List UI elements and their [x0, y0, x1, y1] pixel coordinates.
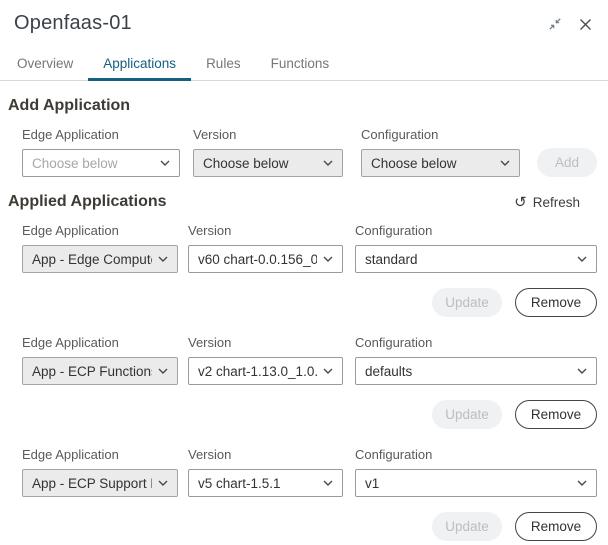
applied-configuration-select-3[interactable]: v1	[355, 469, 597, 497]
applied-applications-header: Applied Applications ↺ Refresh	[8, 177, 597, 211]
add-version-field: Version Choose below	[193, 127, 343, 177]
add-configuration-select[interactable]: Choose below	[361, 149, 520, 177]
remove-button-2[interactable]: Remove	[515, 400, 597, 429]
applied-configuration-select-2[interactable]: defaults	[355, 357, 597, 385]
version-label: Version	[188, 223, 343, 238]
applied-edge-application-select-2[interactable]: App - ECP Functions Stack	[22, 357, 178, 385]
add-configuration-field: Configuration Choose below	[361, 127, 520, 177]
chevron-down-icon	[577, 256, 587, 262]
close-icon[interactable]	[579, 18, 592, 31]
remove-button-3[interactable]: Remove	[515, 512, 597, 541]
applied-application-row: Edge Application App - ECP Support Funct…	[8, 447, 597, 541]
configuration-label: Configuration	[361, 127, 520, 142]
configuration-label: Configuration	[355, 335, 597, 350]
chevron-down-icon	[158, 256, 168, 262]
chevron-down-icon	[577, 368, 587, 374]
remove-button-1[interactable]: Remove	[515, 288, 597, 317]
applied-version-select-3[interactable]: v5 chart-1.5.1	[188, 469, 343, 497]
tab-rules[interactable]: Rules	[191, 48, 256, 80]
tab-functions[interactable]: Functions	[256, 48, 345, 80]
version-label: Version	[188, 335, 343, 350]
collapse-diagonal-icon[interactable]	[547, 16, 563, 32]
chevron-down-icon	[323, 480, 333, 486]
tab-bar: Overview Applications Rules Functions	[0, 48, 608, 81]
chevron-down-icon	[500, 160, 510, 166]
chevron-down-icon	[323, 368, 333, 374]
version-label: Version	[188, 447, 343, 462]
add-version-select[interactable]: Choose below	[193, 149, 343, 177]
applied-application-row: Edge Application App - ECP Functions Sta…	[8, 335, 597, 429]
chevron-down-icon	[577, 480, 587, 486]
update-button-1[interactable]: Update	[432, 288, 502, 317]
applications-tab-content: Add Application Edge Application Choose …	[0, 97, 608, 541]
add-application-heading: Add Application	[8, 97, 597, 115]
chevron-down-icon	[323, 160, 333, 166]
page-title: Openfaas-01	[14, 12, 547, 35]
add-application-form: Edge Application Choose below Version Ch…	[22, 127, 597, 177]
update-button-3[interactable]: Update	[432, 512, 502, 541]
add-edge-application-select[interactable]: Choose below	[22, 149, 180, 177]
panel-header: Openfaas-01	[0, 0, 608, 35]
update-button-2[interactable]: Update	[432, 400, 502, 429]
window-controls	[547, 16, 592, 32]
applied-configuration-select-1[interactable]: standard	[355, 245, 597, 273]
refresh-label: Refresh	[533, 195, 580, 210]
applied-application-row: Edge Application App - Edge Compute Plat…	[8, 223, 597, 317]
applied-version-select-1[interactable]: v60 chart-0.0.156_0.0.91	[188, 245, 343, 273]
application-panel: Openfaas-01 Overview Applications Rules …	[0, 0, 608, 545]
applied-version-select-2[interactable]: v2 chart-1.13.0_1.0.2	[188, 357, 343, 385]
edge-application-label: Edge Application	[22, 335, 178, 350]
add-button[interactable]: Add	[537, 148, 597, 177]
refresh-button[interactable]: ↺ Refresh	[514, 195, 580, 210]
tab-applications[interactable]: Applications	[88, 48, 191, 81]
edge-application-label: Edge Application	[22, 447, 178, 462]
applied-edge-application-select-1[interactable]: App - Edge Compute Platfo	[22, 245, 178, 273]
configuration-label: Configuration	[355, 223, 597, 238]
chevron-down-icon	[158, 368, 168, 374]
chevron-down-icon	[158, 480, 168, 486]
edge-application-label: Edge Application	[22, 127, 180, 142]
edge-application-label: Edge Application	[22, 223, 178, 238]
configuration-label: Configuration	[355, 447, 597, 462]
applied-edge-application-select-3[interactable]: App - ECP Support Functio	[22, 469, 178, 497]
refresh-icon: ↺	[514, 195, 527, 210]
version-label: Version	[193, 127, 343, 142]
applied-applications-heading: Applied Applications	[8, 193, 514, 211]
tab-overview[interactable]: Overview	[2, 48, 88, 80]
add-edge-application-field: Edge Application Choose below	[22, 127, 180, 177]
chevron-down-icon	[160, 160, 170, 166]
chevron-down-icon	[323, 256, 333, 262]
